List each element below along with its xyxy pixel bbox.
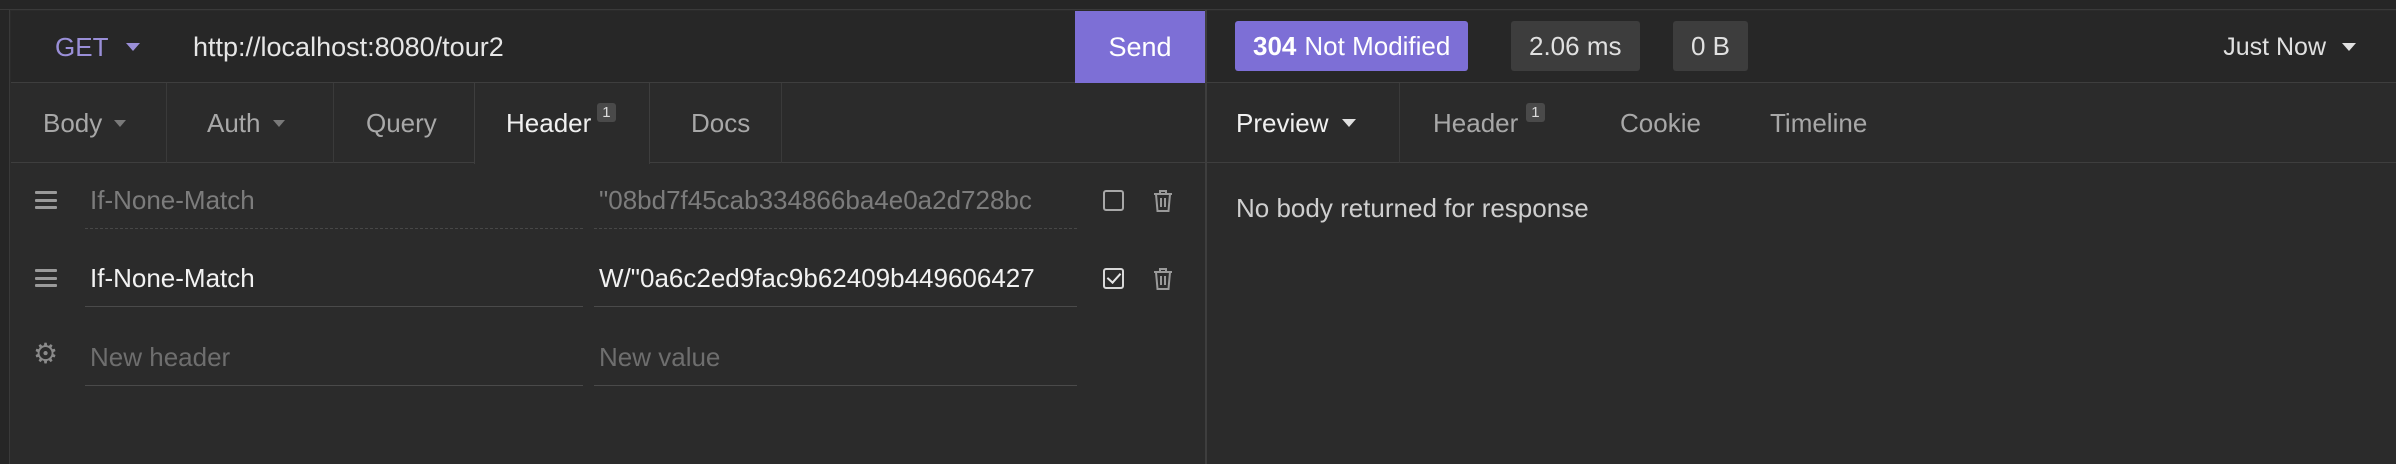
- header-name-input[interactable]: If-None-Match: [85, 249, 583, 307]
- request-tabs: Body Auth Query Header 1 Docs: [11, 83, 1205, 164]
- url-input[interactable]: http://localhost:8080/tour2: [193, 11, 504, 83]
- new-header-row: ⚙ New header New value: [11, 320, 1205, 398]
- send-button[interactable]: Send: [1075, 11, 1205, 83]
- tab-timeline[interactable]: Timeline: [1770, 83, 1867, 163]
- header-value-input[interactable]: "08bd7f45cab334866ba4e0a2d728bc: [594, 171, 1077, 229]
- header-row: If-None-Match W/"0a6c2ed9fac9b62409b4496…: [11, 241, 1205, 319]
- header-row: If-None-Match "08bd7f45cab334866ba4e0a2d…: [11, 163, 1205, 241]
- tab-body-label: Body: [43, 107, 103, 138]
- trash-icon[interactable]: [1152, 189, 1174, 213]
- trash-icon[interactable]: [1152, 267, 1174, 291]
- tab-header-count-badge: 1: [597, 103, 616, 122]
- tab-preview-label: Preview: [1236, 107, 1329, 138]
- new-header-value-input[interactable]: New value: [594, 328, 1077, 386]
- tab-response-header-label: Header: [1433, 107, 1519, 138]
- status-text: Not Modified: [1304, 30, 1451, 61]
- chevron-down-icon: [1342, 119, 1357, 127]
- drag-handle-icon[interactable]: [35, 189, 57, 211]
- response-tabs: Preview Header 1 Cookie Timeline: [1207, 83, 2396, 163]
- response-timestamp: Just Now: [2223, 32, 2326, 61]
- tab-divider: [781, 83, 782, 163]
- method-label: GET: [55, 31, 109, 62]
- tab-query[interactable]: Query: [366, 83, 437, 163]
- tab-body[interactable]: Body: [43, 83, 127, 163]
- tab-preview[interactable]: Preview: [1236, 83, 1357, 163]
- tab-auth[interactable]: Auth: [207, 83, 285, 163]
- chevron-down-icon: [126, 43, 141, 51]
- response-status-bar: 304 Not Modified 2.06 ms 0 B Just Now: [1207, 11, 2396, 83]
- header-name-input[interactable]: If-None-Match: [85, 171, 583, 229]
- window-top-border: [0, 0, 2396, 10]
- tab-response-header[interactable]: Header 1: [1433, 83, 1545, 163]
- empty-response-message: No body returned for response: [1236, 193, 1589, 223]
- response-history-dropdown[interactable]: Just Now: [2223, 11, 2356, 83]
- tab-docs[interactable]: Docs: [691, 83, 750, 163]
- method-select[interactable]: GET: [55, 11, 141, 83]
- new-header-name-input[interactable]: New header: [85, 328, 583, 386]
- tab-divider: [1399, 83, 1400, 163]
- tab-cookie-label: Cookie: [1620, 107, 1701, 138]
- header-value-input[interactable]: W/"0a6c2ed9fac9b62409b449606427: [594, 249, 1077, 307]
- status-badge: 304 Not Modified: [1235, 21, 1469, 71]
- chevron-down-icon: [272, 119, 285, 127]
- response-size-badge: 0 B: [1673, 21, 1749, 71]
- tab-cookie[interactable]: Cookie: [1620, 83, 1701, 163]
- tab-response-header-count-badge: 1: [1526, 103, 1545, 122]
- tab-divider: [166, 83, 167, 163]
- tab-auth-label: Auth: [207, 107, 261, 138]
- header-enabled-checkbox[interactable]: [1103, 190, 1124, 211]
- gear-icon[interactable]: ⚙: [33, 340, 58, 368]
- tab-query-label: Query: [366, 107, 437, 138]
- drag-handle-icon[interactable]: [35, 267, 57, 289]
- chevron-down-icon: [2342, 43, 2356, 51]
- request-pane: GET http://localhost:8080/tour2 Send Bod…: [11, 11, 1205, 464]
- header-enabled-checkbox[interactable]: [1103, 268, 1124, 289]
- status-code: 304: [1253, 30, 1297, 61]
- chevron-down-icon: [114, 119, 127, 127]
- sidebar-edge: [0, 10, 10, 464]
- tab-timeline-label: Timeline: [1770, 107, 1868, 138]
- tab-header[interactable]: Header 1: [474, 83, 650, 164]
- response-time-badge: 2.06 ms: [1511, 21, 1640, 71]
- url-bar: GET http://localhost:8080/tour2 Send: [11, 11, 1205, 83]
- tab-header-label: Header: [506, 108, 592, 138]
- tab-divider: [333, 83, 334, 163]
- tab-docs-label: Docs: [691, 107, 751, 138]
- response-pane: 304 Not Modified 2.06 ms 0 B Just Now Pr…: [1207, 11, 2396, 464]
